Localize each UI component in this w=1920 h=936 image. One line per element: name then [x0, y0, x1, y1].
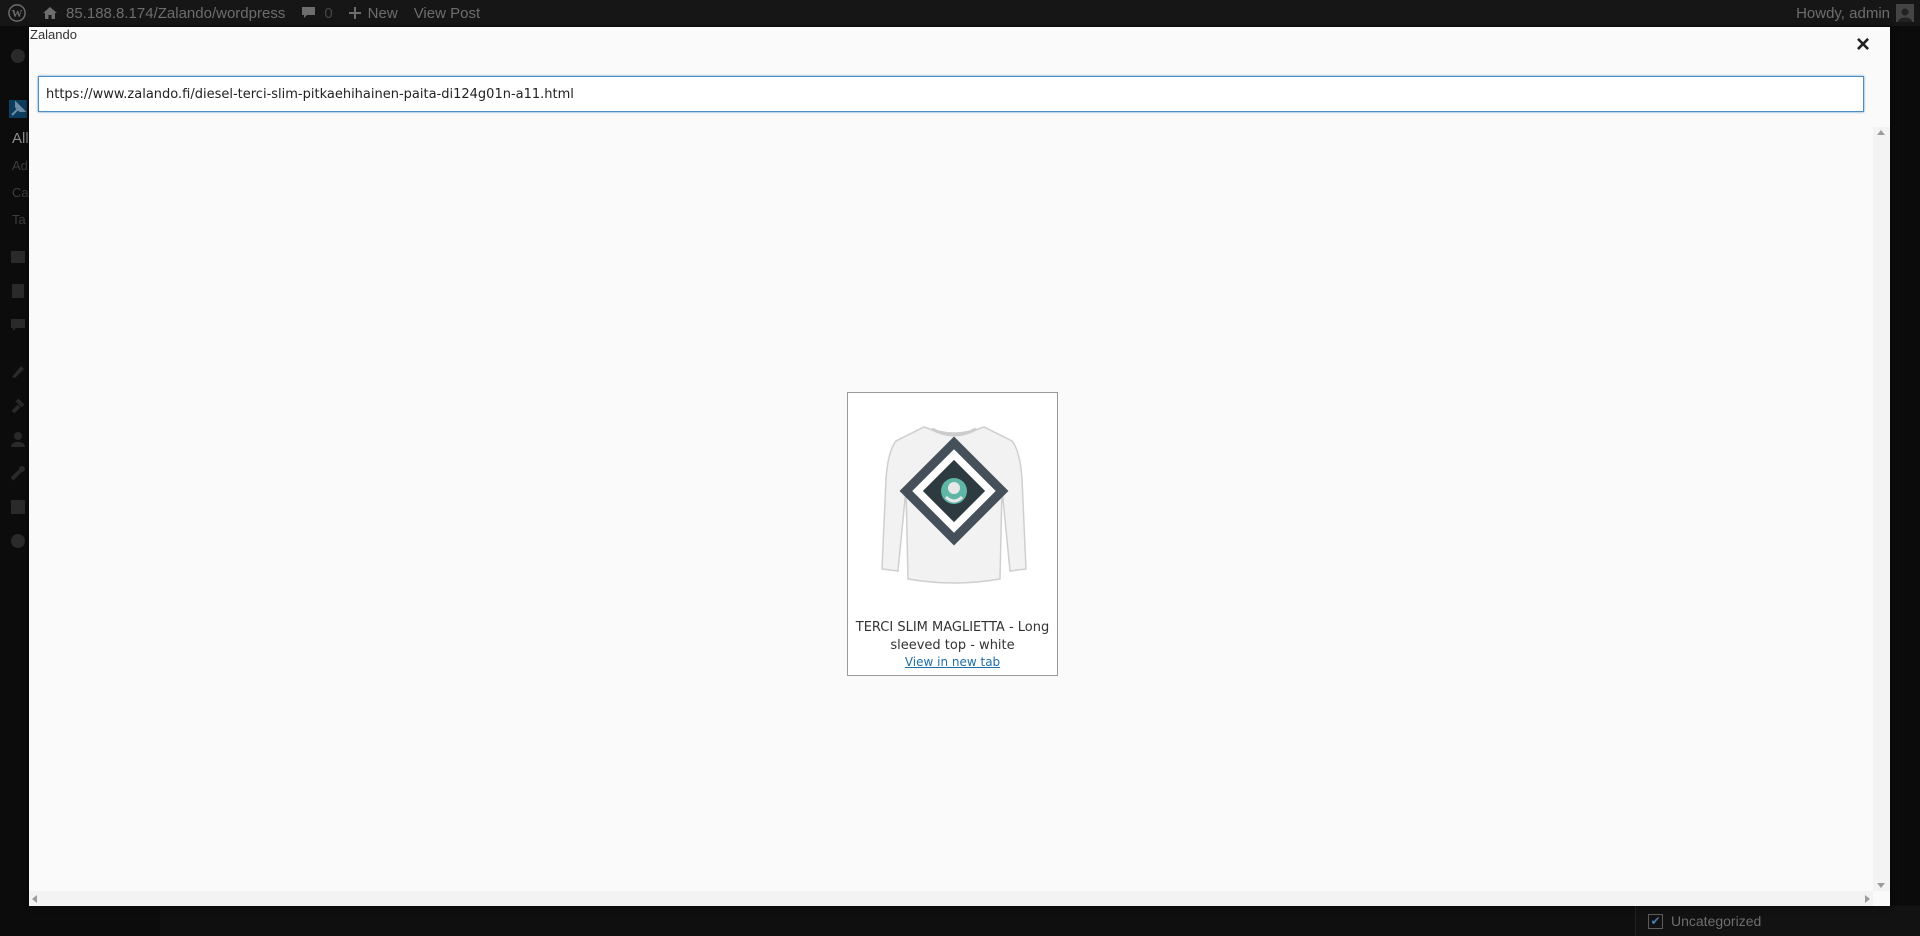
appearance-icon[interactable] [9, 362, 27, 380]
avatar [1896, 4, 1914, 22]
admin-bar: W 85.188.8.174/Zalando/wordpress 0 New V… [0, 0, 1920, 26]
dashboard-icon[interactable] [9, 46, 27, 64]
users-icon[interactable] [9, 430, 27, 448]
svg-text:W: W [12, 8, 23, 20]
product-url-input[interactable] [38, 76, 1864, 112]
home-icon [42, 6, 58, 20]
wordpress-logo-icon: W [8, 4, 26, 22]
new-label: New [367, 4, 398, 22]
zalando-modal: Zalando × TERCI SLIM M [29, 27, 1890, 906]
product-card: TERCI SLIM MAGLIETTA - Long sleeved top … [847, 392, 1058, 676]
plus-icon [348, 7, 361, 19]
site-url-text: 85.188.8.174/Zalando/wordpress [66, 4, 286, 22]
product-image [874, 419, 1034, 589]
view-post-label: View Post [413, 4, 481, 22]
comments-count: 0 [324, 4, 333, 22]
greeting-text: Howdy, admin [1796, 4, 1890, 22]
comment-bubble-icon [301, 6, 316, 20]
category-label: Uncategorized [1671, 913, 1762, 929]
my-account-menu[interactable]: Howdy, admin [1788, 0, 1920, 26]
horizontal-scrollbar[interactable] [29, 891, 1873, 906]
submenu-add-new[interactable]: Ad [12, 158, 28, 173]
submenu-categories[interactable]: Ca [12, 185, 29, 200]
plugins-icon[interactable] [9, 396, 27, 414]
settings-icon[interactable] [9, 498, 27, 516]
submenu-all-posts[interactable]: All [12, 130, 29, 147]
wordpress-logo-button[interactable]: W [0, 0, 34, 26]
close-icon[interactable]: × [1851, 33, 1875, 57]
collapse-menu-icon[interactable] [9, 532, 27, 550]
view-in-new-tab-link[interactable]: View in new tab [848, 655, 1057, 669]
pages-icon[interactable] [9, 282, 27, 300]
scroll-right-icon[interactable] [1865, 895, 1870, 903]
category-checkbox[interactable]: ✔ [1648, 913, 1663, 929]
tools-icon[interactable] [9, 464, 27, 482]
comments-icon[interactable] [9, 316, 27, 334]
media-icon[interactable] [9, 248, 27, 266]
view-post-link[interactable]: View Post [406, 0, 488, 26]
vertical-scrollbar[interactable] [1873, 127, 1890, 891]
scroll-down-icon[interactable] [1877, 883, 1885, 888]
scroll-up-icon[interactable] [1877, 130, 1885, 135]
submenu-tags[interactable]: Ta [12, 212, 26, 227]
categories-item[interactable]: ✔ Uncategorized [1635, 906, 1920, 936]
new-content-link[interactable]: New [341, 0, 406, 26]
scroll-left-icon[interactable] [32, 895, 37, 903]
product-name: TERCI SLIM MAGLIETTA - Long sleeved top … [855, 620, 1050, 653]
modal-title: Zalando [30, 27, 77, 42]
posts-pin-icon[interactable] [9, 100, 27, 118]
comments-link[interactable]: 0 [293, 0, 340, 26]
preview-frame: TERCI SLIM MAGLIETTA - Long sleeved top … [29, 127, 1890, 906]
site-name-link[interactable]: 85.188.8.174/Zalando/wordpress [34, 0, 293, 26]
